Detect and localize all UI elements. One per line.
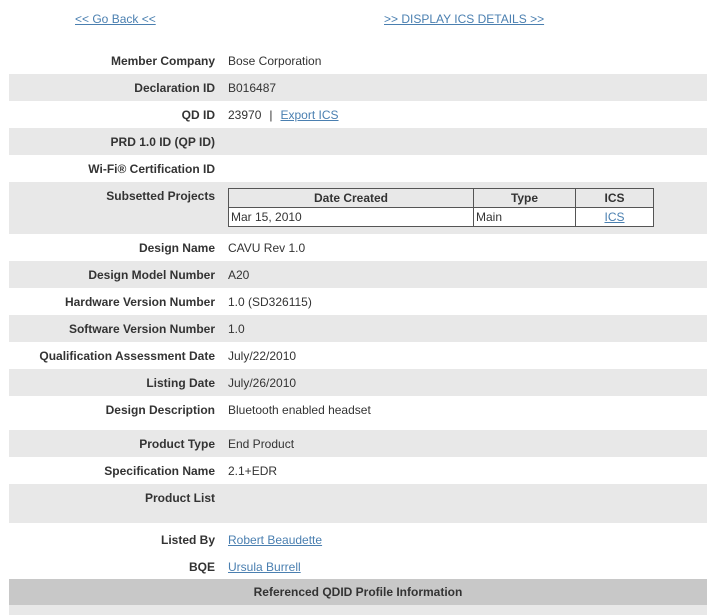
software-version-value: 1.0 bbox=[228, 322, 245, 336]
column-header-type: Type bbox=[473, 188, 576, 208]
column-header-date-created: Date Created bbox=[228, 188, 474, 208]
qd-id-value-group: 23970 | Export ICS bbox=[228, 108, 339, 122]
declaration-id-label: Declaration ID bbox=[134, 81, 215, 95]
go-back-link[interactable]: << Go Back << bbox=[75, 12, 156, 26]
listed-by-label: Listed By bbox=[160, 533, 215, 547]
listed-by-link[interactable]: Robert Beaudette bbox=[228, 533, 322, 547]
row-wifi-certification: Wi-Fi® Certification ID bbox=[9, 155, 707, 182]
row-product-list: Product List bbox=[9, 484, 707, 511]
row-software-version: Software Version Number 1.0 bbox=[9, 315, 707, 342]
bqe-link[interactable]: Ursula Burrell bbox=[228, 560, 301, 574]
design-name-value: CAVU Rev 1.0 bbox=[228, 241, 306, 255]
row-qd-id: QD ID 23970 | Export ICS bbox=[9, 101, 707, 128]
row-listing-date: Listing Date July/26/2010 bbox=[9, 369, 707, 396]
display-ics-details-link[interactable]: >> DISPLAY ICS DETAILS >> bbox=[384, 12, 544, 26]
ics-link[interactable]: ICS bbox=[604, 210, 624, 224]
qualification-assessment-date-label: Qualification Assessment Date bbox=[39, 349, 215, 363]
row-design-name: Design Name CAVU Rev 1.0 bbox=[9, 234, 707, 261]
column-header-ics: ICS bbox=[575, 188, 654, 208]
specification-name-label: Specification Name bbox=[104, 464, 215, 478]
specification-name-value: 2.1+EDR bbox=[228, 464, 278, 478]
row-qualification-assessment-date: Qualification Assessment Date July/22/20… bbox=[9, 342, 707, 369]
product-type-label: Product Type bbox=[139, 437, 215, 451]
listed-by-value-group: Robert Beaudette bbox=[228, 533, 322, 547]
cell-ics: ICS bbox=[575, 207, 654, 227]
bqe-value-group: Ursula Burrell bbox=[228, 560, 301, 574]
design-description-value: Bluetooth enabled headset bbox=[228, 403, 371, 417]
row-subsetted-projects: Subsetted Projects Date Created Type ICS… bbox=[9, 182, 707, 234]
design-model-number-value: A20 bbox=[228, 268, 250, 282]
row-design-description: Design Description Bluetooth enabled hea… bbox=[9, 396, 707, 430]
row-listed-by: Listed By Robert Beaudette bbox=[9, 526, 707, 553]
export-ics-link[interactable]: Export ICS bbox=[281, 108, 339, 122]
product-type-value: End Product bbox=[228, 437, 295, 451]
qd-id-separator: | bbox=[269, 108, 273, 122]
design-model-number-label: Design Model Number bbox=[88, 268, 215, 282]
row-member-company: Member Company Bose Corporation bbox=[9, 47, 707, 74]
row-design-model-number: Design Model Number A20 bbox=[9, 261, 707, 288]
cell-date-created: Mar 15, 2010 bbox=[228, 207, 474, 227]
subsetted-projects-label: Subsetted Projects bbox=[106, 189, 215, 203]
prd-id-label: PRD 1.0 ID (QP ID) bbox=[110, 135, 215, 149]
declaration-id-value: B016487 bbox=[228, 81, 277, 95]
product-list-label: Product List bbox=[144, 491, 215, 505]
cell-type: Main bbox=[473, 207, 576, 227]
subsetted-table-header: Date Created Type ICS bbox=[228, 188, 654, 208]
row-specification-name: Specification Name 2.1+EDR bbox=[9, 457, 707, 484]
member-company-value: Bose Corporation bbox=[228, 54, 322, 68]
wifi-certification-label: Wi-Fi® Certification ID bbox=[88, 162, 215, 176]
subsetted-projects-table: Date Created Type ICS Mar 15, 2010 Main … bbox=[228, 188, 654, 227]
listing-date-label: Listing Date bbox=[146, 376, 215, 390]
software-version-label: Software Version Number bbox=[68, 322, 215, 336]
row-prd-id: PRD 1.0 ID (QP ID) bbox=[9, 128, 707, 155]
qd-id-value: 23970 bbox=[228, 108, 262, 122]
bottom-strip bbox=[9, 605, 707, 615]
row-product-type: Product Type End Product bbox=[9, 430, 707, 457]
qd-id-label: QD ID bbox=[181, 108, 215, 122]
member-company-label: Member Company bbox=[110, 54, 215, 68]
table-row: Mar 15, 2010 Main ICS bbox=[228, 207, 654, 227]
design-name-label: Design Name bbox=[138, 241, 215, 255]
qualification-assessment-date-value: July/22/2010 bbox=[228, 349, 297, 363]
hardware-version-label: Hardware Version Number bbox=[64, 295, 215, 309]
row-declaration-id: Declaration ID B016487 bbox=[9, 74, 707, 101]
referenced-qdid-profile-header: Referenced QDID Profile Information bbox=[9, 579, 707, 605]
listing-details: Member Company Bose Corporation Declarat… bbox=[9, 47, 707, 580]
row-hardware-version: Hardware Version Number 1.0 (SD326115) bbox=[9, 288, 707, 315]
hardware-version-value: 1.0 (SD326115) bbox=[228, 295, 312, 309]
row-spacer bbox=[9, 511, 707, 523]
bqe-label: BQE bbox=[188, 560, 215, 574]
top-navigation: << Go Back << >> DISPLAY ICS DETAILS >> bbox=[0, 12, 718, 28]
row-bqe: BQE Ursula Burrell bbox=[9, 553, 707, 580]
listing-date-value: July/26/2010 bbox=[228, 376, 297, 390]
design-description-label: Design Description bbox=[105, 403, 215, 417]
